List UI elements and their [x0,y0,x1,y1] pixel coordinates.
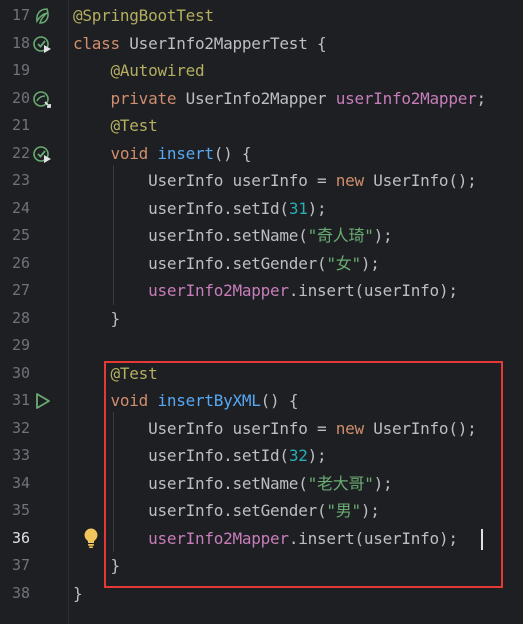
code-line[interactable]: 22 void insert() { [0,140,523,168]
code-token: userInfo2Mapper [335,88,477,108]
code-token: } [73,583,83,603]
spring-autowire-icon[interactable] [32,89,52,109]
line-number: 18 [11,33,30,52]
line-number: 27 [11,281,30,299]
code-text: } [73,305,121,333]
spring-bean-icon[interactable] [32,6,52,26]
code-token: @SpringBootTest [73,6,214,25]
code-line[interactable]: 24 userInfo.setId(31); [0,195,523,223]
code-token: UserInfo(); [373,171,477,190]
line-number: 35 [11,501,30,519]
code-line[interactable]: 19 @Autowired [0,57,523,85]
line-number: 33 [11,446,30,464]
code-line[interactable]: 18 class UserInfo2MapperTest { [0,30,523,58]
code-text: } [73,580,83,608]
line-number: 37 [11,556,30,574]
code-token: userInfo2Mapper [148,281,289,300]
code-text: UserInfo userInfo = new UserInfo(); [73,167,477,195]
line-number: 20 [11,88,30,107]
code-line[interactable]: 23 UserInfo userInfo = new UserInfo(); [0,167,523,195]
code-token: .insert(userInfo); [288,281,458,300]
line-number: 36 [11,528,30,547]
line-number: 19 [11,61,30,79]
line-number: 23 [11,171,30,189]
line-number: 30 [11,363,30,382]
code-line[interactable]: 29 [0,332,523,360]
run-test-method-icon[interactable] [32,144,52,164]
code-token: } [110,308,121,328]
line-number: 25 [11,226,30,244]
code-text: userInfo.setName("奇人琦"); [73,222,393,250]
line-number: 34 [11,473,30,492]
line-number: 26 [11,253,30,272]
code-token: @Autowired [110,61,205,80]
run-icon[interactable] [32,391,52,411]
line-number: 21 [11,116,30,134]
code-token: 31 [288,198,308,218]
code-line[interactable]: 21 @Test [0,112,523,140]
code-token: ); [307,198,327,218]
code-token: new [335,171,374,190]
lightbulb-icon[interactable] [81,527,101,549]
code-token: () { [213,143,252,163]
code-line[interactable]: 28 } [0,305,523,333]
code-line[interactable]: 17 @SpringBootTest [0,2,523,30]
code-line[interactable]: 25 userInfo.setName("奇人琦"); [0,222,523,250]
line-number: 38 [11,583,30,602]
code-text: userInfo2Mapper.insert(userInfo); [73,277,458,305]
code-text: private UserInfo2Mapper userInfo2Mapper; [73,85,487,113]
line-number: 24 [11,198,30,217]
code-line[interactable]: 26 userInfo.setGender("女"); [0,250,523,278]
code-text: userInfo.setGender("女"); [73,250,380,278]
indent-guide [113,165,114,305]
code-token: UserInfo2MapperTest { [129,33,327,53]
code-token: ; [476,88,486,108]
code-token: userInfo.setId( [148,198,289,218]
code-text: class UserInfo2MapperTest { [73,30,327,58]
code-token: ); [360,253,380,273]
code-token: @Test [110,116,158,135]
highlight-box [104,361,503,588]
code-text: userInfo.setId(31); [73,195,327,223]
code-token: class [73,33,130,53]
code-text: @SpringBootTest [73,2,214,30]
run-test-class-icon[interactable] [32,34,52,54]
code-token: void [110,143,158,163]
text-caret [481,529,483,550]
code-text: void insert() { [73,140,252,168]
code-token: "女" [326,253,361,273]
code-token: userInfo.setGender( [148,253,327,273]
line-number: 29 [11,336,30,354]
line-number: 31 [11,391,30,409]
code-token: UserInfo userInfo = [148,171,336,190]
code-token: UserInfo2Mapper [185,88,336,108]
line-number: 22 [11,143,30,162]
code-editor[interactable]: 17 @SpringBootTest 18 class UserInfo2Mapper… [0,0,523,624]
code-token: ); [373,226,393,245]
code-line[interactable]: 20 private UserInfo2Mapper userInfo2Mapp… [0,85,523,113]
code-text: @Autowired [73,57,205,85]
line-number: 28 [11,308,30,327]
code-token: userInfo.setName( [148,226,308,245]
code-token: private [110,88,186,108]
line-number: 17 [11,6,30,24]
code-line[interactable]: 27 userInfo2Mapper.insert(userInfo); [0,277,523,305]
code-token: insert [157,143,214,163]
line-number: 32 [11,418,30,437]
code-text: @Test [73,112,158,140]
code-token: "奇人琦" [307,226,374,245]
